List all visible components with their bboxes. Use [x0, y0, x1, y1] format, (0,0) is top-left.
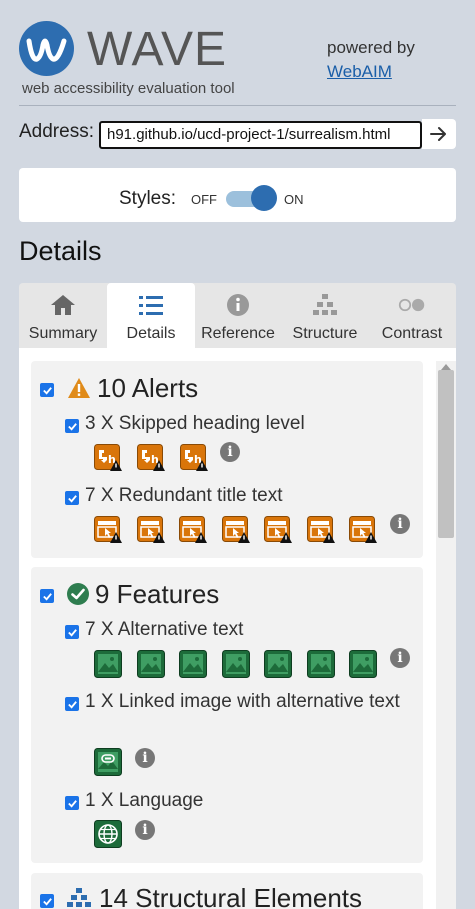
- alt-text-label: 7 X Alternative text: [85, 619, 244, 640]
- image-alt-icon[interactable]: [349, 650, 377, 678]
- image-alt-icon[interactable]: [221, 650, 250, 678]
- redundant-title-icon[interactable]: [136, 516, 165, 544]
- language-checkbox[interactable]: [65, 796, 79, 810]
- image-alt-icon[interactable]: [306, 650, 335, 678]
- linked-image-icon[interactable]: [94, 748, 122, 776]
- styles-off-label: OFF: [191, 192, 217, 207]
- language-info-icon[interactable]: i: [135, 820, 155, 840]
- redundant-title-icon[interactable]: [179, 516, 207, 544]
- tab-contrast-label: Contrast: [381, 325, 443, 342]
- alert-triangle-icon: [68, 378, 90, 398]
- alerts-checkbox[interactable]: [40, 383, 54, 397]
- tab-details-label: Details: [126, 325, 176, 342]
- address-label: Address:: [19, 121, 94, 142]
- styles-label: Styles:: [119, 188, 177, 209]
- image-alt-icon[interactable]: [179, 650, 207, 678]
- structural-checkbox[interactable]: [40, 894, 54, 908]
- tab-summary[interactable]: Summary: [19, 283, 107, 348]
- redundant-title-icon[interactable]: [94, 516, 122, 544]
- features-checkbox[interactable]: [40, 589, 54, 603]
- skipped-heading-icon[interactable]: h: [137, 444, 165, 472]
- skipped-heading-info-icon[interactable]: i: [220, 442, 240, 462]
- redundant-title-info-icon[interactable]: i: [390, 514, 410, 534]
- styles-toggle-knob[interactable]: [251, 185, 277, 211]
- linked-image-label: 1 X Linked image with alternative text: [85, 691, 400, 712]
- tab-structure[interactable]: Structure: [281, 283, 369, 348]
- tab-reference-label: Reference: [201, 325, 275, 342]
- list-icon: [137, 292, 165, 318]
- go-button[interactable]: [422, 119, 456, 149]
- styles-on-label: ON: [284, 192, 304, 207]
- webaim-link[interactable]: WebAIM: [327, 62, 392, 82]
- features-card: 9 Features 7 X Alternative text i 1 X Li…: [31, 567, 423, 863]
- redundant-title-checkbox[interactable]: [65, 491, 79, 505]
- skipped-heading-icon[interactable]: h: [180, 444, 208, 472]
- wave-logo-icon: [19, 21, 74, 76]
- skipped-heading-checkbox[interactable]: [65, 419, 79, 433]
- header-divider: [19, 105, 456, 106]
- powered-by-text: powered by: [327, 38, 415, 57]
- scrollbar-thumb[interactable]: [438, 370, 454, 538]
- arrow-right-icon: [430, 127, 446, 141]
- wave-logo-text: WAVE: [87, 23, 228, 76]
- image-alt-icon[interactable]: [94, 650, 122, 678]
- tab-reference[interactable]: Reference: [194, 283, 282, 348]
- styles-panel: Styles: OFF ON: [19, 168, 456, 222]
- skipped-heading-icon[interactable]: h: [94, 444, 122, 472]
- image-alt-icon[interactable]: [136, 650, 165, 678]
- wave-header: WAVE web accessibility evaluation tool p…: [0, 0, 475, 104]
- tab-details[interactable]: Details: [107, 283, 195, 348]
- redundant-title-icon[interactable]: [221, 516, 250, 544]
- details-heading: Details: [19, 236, 102, 266]
- alerts-card: 10 Alerts 3 X Skipped heading level i 7 …: [31, 361, 423, 558]
- home-icon: [49, 292, 77, 318]
- hierarchy-icon: [311, 292, 339, 318]
- alt-text-info-icon[interactable]: i: [390, 648, 410, 668]
- contrast-icon: [398, 292, 426, 318]
- language-icon[interactable]: [94, 820, 122, 848]
- info-circle-icon: [224, 292, 252, 318]
- redundant-title-icon[interactable]: [264, 516, 292, 544]
- linked-image-info-icon[interactable]: i: [135, 748, 155, 768]
- skipped-heading-label: 3 X Skipped heading level: [85, 413, 305, 434]
- tab-summary-label: Summary: [28, 325, 98, 342]
- image-alt-icon[interactable]: [264, 650, 292, 678]
- redundant-title-icon[interactable]: [306, 516, 335, 544]
- structure-icon: [67, 888, 91, 907]
- wave-tagline: web accessibility evaluation tool: [22, 80, 235, 97]
- language-label: 1 X Language: [85, 790, 204, 811]
- alt-text-checkbox[interactable]: [65, 625, 79, 639]
- structural-card: 14 Structural Elements: [31, 873, 423, 909]
- redundant-title-label: 7 X Redundant title text: [85, 485, 283, 506]
- panel-tabs: Summary Details Reference Structure Cont…: [19, 283, 456, 348]
- features-title: 9 Features: [95, 579, 220, 609]
- address-input[interactable]: h91.github.io/ucd-project-1/surrealism.h…: [99, 121, 422, 149]
- alerts-title: 10 Alerts: [97, 373, 199, 403]
- tab-contrast[interactable]: Contrast: [368, 283, 456, 348]
- tab-structure-label: Structure: [292, 325, 358, 342]
- structural-title: 14 Structural Elements: [99, 883, 363, 909]
- check-circle-icon: [67, 583, 89, 605]
- redundant-title-icon[interactable]: [349, 516, 377, 544]
